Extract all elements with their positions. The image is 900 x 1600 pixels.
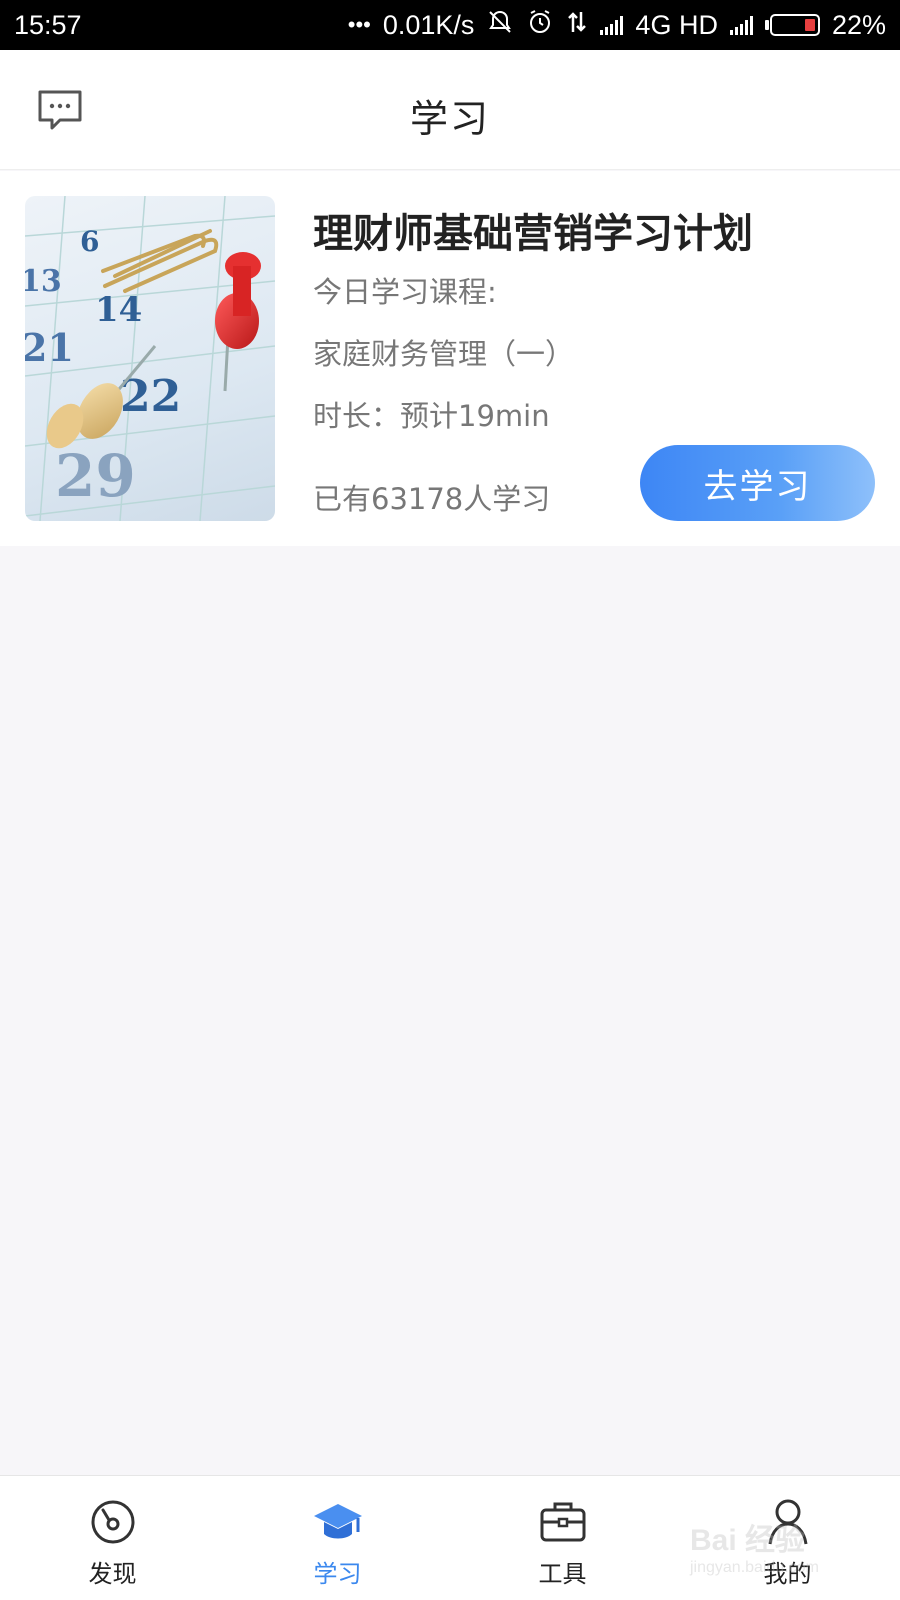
compass-icon xyxy=(91,1500,134,1544)
network-type: 4G HD xyxy=(635,9,718,40)
nav-label-discover: 发现 xyxy=(88,1560,137,1588)
svg-text:14: 14 xyxy=(95,290,142,330)
status-time: 15:57 xyxy=(14,9,82,40)
lesson-duration: 时长：预计19min xyxy=(313,399,550,433)
net-speed: 0.01K/s xyxy=(382,9,475,40)
lesson-name: 家庭财务管理（一） xyxy=(313,337,575,371)
battery-percent: 22% xyxy=(831,9,886,40)
course-card[interactable]: 6 13 14 21 22 29 理财师基础营销学习计划 今日学习课程: 家庭财… xyxy=(0,171,900,546)
nav-item-discover[interactable]: 发现 xyxy=(0,1476,225,1600)
course-title: 理财师基础营销学习计划 xyxy=(313,211,753,257)
briefcase-icon xyxy=(540,1502,585,1542)
start-learning-button[interactable]: 去学习 xyxy=(640,445,875,521)
svg-text:29: 29 xyxy=(55,442,136,510)
data-arrows-icon xyxy=(566,8,588,43)
nav-item-study[interactable]: 学习 xyxy=(225,1476,450,1600)
nav-label-tools: 工具 xyxy=(538,1560,587,1588)
alarm-icon xyxy=(526,8,554,43)
learner-count: 已有63178人学习 xyxy=(313,482,551,516)
baidu-watermark: Bai 经验 jingyan.baidu.com xyxy=(690,1515,870,1585)
status-icons: ••• 0.01K/s 4G HD 22% xyxy=(348,8,886,43)
status-bar: 15:57 ••• 0.01K/s 4G HD 22% xyxy=(0,0,900,50)
page-title: 学习 xyxy=(409,97,490,141)
watermark-brand: Bai 经验 xyxy=(690,1524,806,1557)
signal-icon xyxy=(600,15,624,35)
battery-icon xyxy=(764,14,820,36)
svg-text:6: 6 xyxy=(80,225,99,258)
mute-icon xyxy=(486,8,514,43)
course-thumbnail: 6 13 14 21 22 29 xyxy=(25,196,275,521)
signal-icon-2 xyxy=(729,15,753,35)
status-dots: ••• xyxy=(347,12,371,37)
app-header: 学习 xyxy=(0,50,900,170)
nav-item-tools[interactable]: 工具 xyxy=(450,1476,675,1600)
graduation-cap-icon xyxy=(313,1504,362,1539)
svg-text:21: 21 xyxy=(25,325,74,370)
nav-label-study: 学习 xyxy=(313,1560,362,1588)
svg-text:13: 13 xyxy=(25,264,62,299)
watermark-url: jingyan.baidu.com xyxy=(690,1559,819,1576)
today-label: 今日学习课程: xyxy=(313,275,497,309)
